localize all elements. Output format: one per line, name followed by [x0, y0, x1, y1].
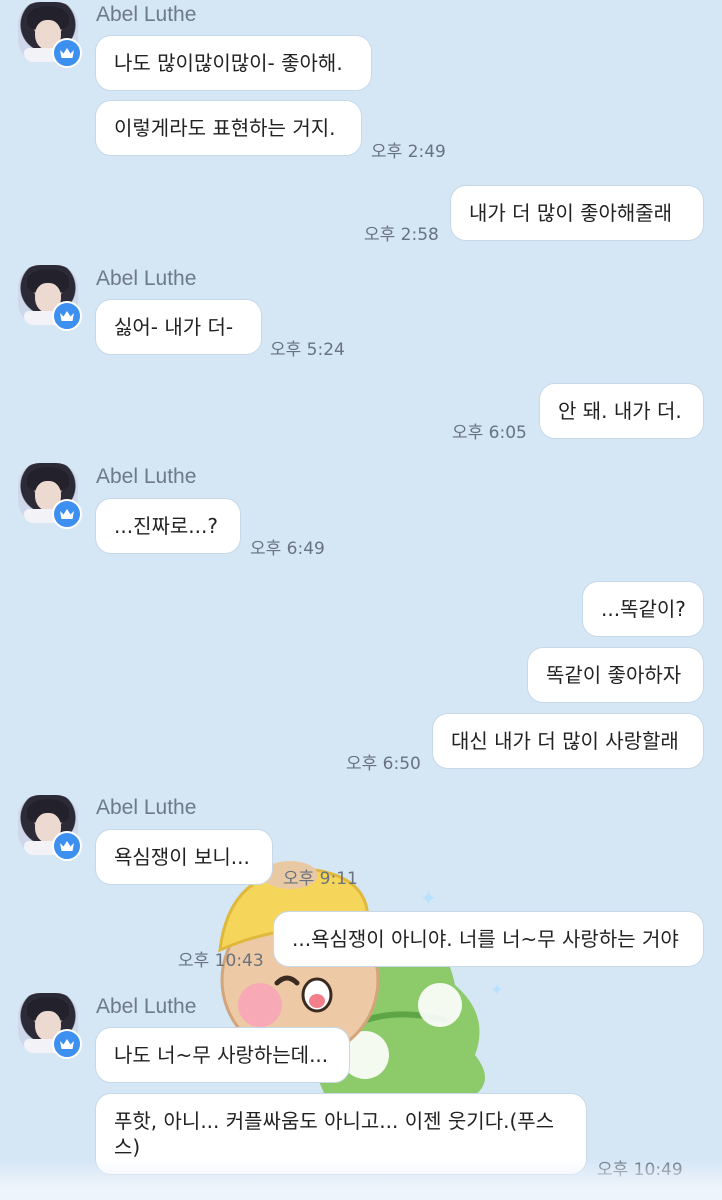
- crown-icon: [52, 831, 82, 861]
- svg-text:✦: ✦: [490, 980, 503, 999]
- message-bubble[interactable]: 내가 더 많이 좋아해줄래: [450, 185, 704, 241]
- message-bubble[interactable]: ...진짜로...?: [95, 498, 241, 554]
- message-bubble[interactable]: 싫어- 내가 더-: [95, 299, 262, 355]
- sender-name: Abel Luthe: [96, 796, 197, 819]
- message-bubble[interactable]: ...똑같이?: [582, 581, 704, 637]
- sender-name: Abel Luthe: [96, 267, 197, 290]
- message-bubble[interactable]: 나도 너~무 사랑하는데...: [95, 1027, 350, 1083]
- message-time: 오후 10:43: [178, 951, 264, 971]
- message-time: 오후 2:58: [364, 225, 439, 245]
- message-bubble[interactable]: 대신 내가 더 많이 사랑할래: [432, 713, 704, 769]
- crown-icon: [52, 301, 82, 331]
- message-time: 오후 2:49: [371, 142, 446, 162]
- sender-name: Abel Luthe: [96, 995, 197, 1018]
- message-bubble[interactable]: 이렇게라도 표현하는 거지.: [95, 100, 362, 156]
- message-bubble[interactable]: 나도 많이많이많이- 좋아해.: [95, 35, 372, 91]
- sender-avatar[interactable]: [18, 795, 82, 861]
- sender-name: Abel Luthe: [96, 465, 197, 488]
- message-bubble[interactable]: 똑같이 좋아하자: [527, 647, 704, 703]
- crown-icon: [52, 38, 82, 68]
- message-bubble[interactable]: 욕심쟁이 보니...: [95, 829, 273, 885]
- message-bubble[interactable]: 안 돼. 내가 더.: [539, 383, 704, 439]
- sender-avatar[interactable]: [18, 993, 82, 1059]
- crown-icon: [52, 1029, 82, 1059]
- message-time: 오후 6:50: [346, 754, 421, 774]
- sender-avatar[interactable]: [18, 463, 82, 529]
- crown-icon: [52, 499, 82, 529]
- message-bubble[interactable]: ...욕심쟁이 아니야. 너를 너~무 사랑하는 거야: [273, 911, 704, 967]
- sender-name: Abel Luthe: [96, 3, 197, 26]
- sender-avatar[interactable]: [18, 2, 82, 68]
- message-time: 오후 6:49: [250, 539, 325, 559]
- message-time: 오후 9:11: [283, 869, 358, 889]
- sender-avatar[interactable]: [18, 265, 82, 331]
- snow-ground: [0, 1160, 722, 1200]
- message-time: 오후 5:24: [270, 340, 345, 360]
- svg-text:✦: ✦: [420, 886, 437, 910]
- message-time: 오후 6:05: [452, 423, 527, 443]
